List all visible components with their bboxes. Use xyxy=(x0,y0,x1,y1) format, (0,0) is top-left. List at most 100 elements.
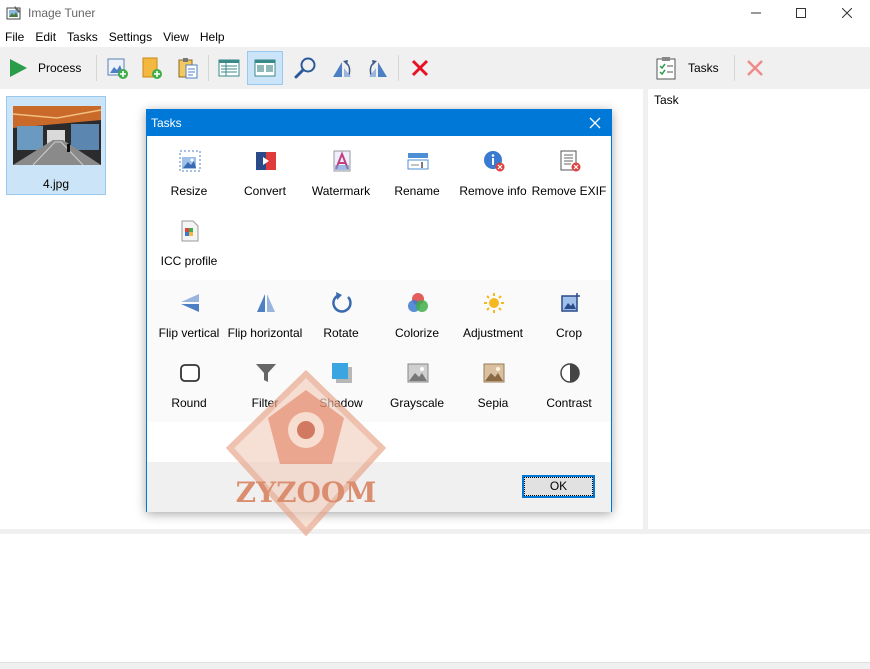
remove-task-icon xyxy=(747,60,763,76)
task-watermark[interactable]: Watermark xyxy=(303,150,379,216)
ok-button[interactable]: OK xyxy=(522,475,595,498)
menu-edit[interactable]: Edit xyxy=(30,28,62,47)
task-colorize[interactable]: Colorize xyxy=(379,292,455,358)
task-label: Convert xyxy=(243,184,287,198)
task-icc-profile[interactable]: ICC profile xyxy=(151,220,227,286)
watermark-icon xyxy=(333,150,351,172)
menu-file[interactable]: File xyxy=(0,28,30,47)
rotate-right-icon xyxy=(369,60,387,77)
minimize-icon xyxy=(751,12,761,14)
task-label: Round xyxy=(171,396,207,410)
menu-bar: File Edit Tasks Settings View Help xyxy=(0,28,231,47)
task-crop[interactable]: Crop xyxy=(531,292,607,358)
play-icon xyxy=(10,59,27,77)
crop-icon xyxy=(561,293,580,312)
task-label: Shadow xyxy=(319,396,363,410)
paste-icon xyxy=(178,58,198,79)
task-label: Watermark xyxy=(311,184,371,198)
task-rename[interactable]: Rename xyxy=(379,150,455,216)
remove-button[interactable] xyxy=(406,51,434,85)
menu-tasks[interactable]: Tasks xyxy=(62,28,104,47)
magnifier-icon xyxy=(294,57,316,79)
process-button[interactable]: Process xyxy=(6,51,90,85)
task-flip-horizontal[interactable]: Flip horizontal xyxy=(227,292,303,358)
task-list-panel[interactable]: Task xyxy=(648,89,870,529)
task-convert[interactable]: Convert xyxy=(227,150,303,216)
colorize-icon xyxy=(408,293,428,312)
task-filter[interactable]: Filter xyxy=(227,362,303,428)
list-view-icon xyxy=(218,59,240,77)
close-icon xyxy=(589,117,601,129)
close-icon xyxy=(842,8,852,18)
minimize-button[interactable] xyxy=(733,0,779,26)
tasks-checklist-icon xyxy=(656,57,676,80)
task-label: Grayscale xyxy=(389,396,445,410)
flip-vertical-icon xyxy=(181,294,199,312)
task-label: Remove info xyxy=(459,184,527,198)
menu-view[interactable]: View xyxy=(158,28,195,47)
grayscale-icon xyxy=(407,363,429,383)
dialog-body: Resize Convert Watermark Rename Remove i… xyxy=(147,136,611,462)
app-icon xyxy=(6,6,21,20)
maximize-button[interactable] xyxy=(778,0,824,26)
task-grayscale[interactable]: Grayscale xyxy=(379,362,455,428)
close-button[interactable] xyxy=(824,0,870,26)
task-column-header: Task xyxy=(654,93,679,107)
task-remove-exif[interactable]: Remove EXIF xyxy=(531,150,607,216)
remove-info-icon xyxy=(484,151,505,172)
file-thumbnail[interactable]: 4.jpg xyxy=(6,96,106,195)
task-flip-vertical[interactable]: Flip vertical xyxy=(151,292,227,358)
dialog-close-button[interactable] xyxy=(585,113,605,133)
round-icon xyxy=(180,364,200,382)
paste-button[interactable] xyxy=(174,51,202,85)
rotate-right-button[interactable] xyxy=(364,51,392,85)
ok-label: OK xyxy=(524,477,593,496)
dialog-title-bar: Tasks xyxy=(147,110,611,136)
task-sepia[interactable]: Sepia xyxy=(455,362,531,428)
task-label: Colorize xyxy=(394,326,439,340)
contrast-icon xyxy=(560,363,580,383)
task-label: Rename xyxy=(394,184,440,198)
task-label: Remove EXIF xyxy=(531,184,607,198)
task-shadow[interactable]: Shadow xyxy=(303,362,379,428)
task-label: Resize xyxy=(170,184,208,198)
remove-exif-icon xyxy=(560,150,581,172)
task-resize[interactable]: Resize xyxy=(151,150,227,216)
add-folder-button[interactable] xyxy=(138,51,166,85)
task-label: Adjustment xyxy=(462,326,524,340)
task-label: Flip horizontal xyxy=(227,326,303,340)
preview-button[interactable] xyxy=(292,51,320,85)
remove-task-button[interactable] xyxy=(742,51,768,85)
rename-icon xyxy=(407,153,429,170)
rotate-left-icon xyxy=(333,60,351,77)
tasks-button[interactable]: Tasks xyxy=(654,51,724,85)
task-adjustment[interactable]: Adjustment xyxy=(455,292,531,358)
task-round[interactable]: Round xyxy=(151,362,227,428)
menu-help[interactable]: Help xyxy=(195,28,231,47)
tasks-dialog: Tasks Resize Convert Watermark Rename Re… xyxy=(146,109,612,512)
resize-icon xyxy=(179,150,201,172)
sepia-icon xyxy=(483,363,505,383)
process-label: Process xyxy=(38,61,82,75)
title-bar: Image Tuner xyxy=(0,0,870,26)
menu-settings[interactable]: Settings xyxy=(104,28,158,47)
log-panel xyxy=(0,534,870,662)
add-folder-icon xyxy=(142,57,162,79)
task-label: Rotate xyxy=(323,326,359,340)
delete-icon xyxy=(411,59,429,77)
add-image-icon xyxy=(107,58,128,79)
task-label: Filter xyxy=(251,396,279,410)
add-images-button[interactable] xyxy=(104,51,132,85)
task-remove-info[interactable]: Remove info xyxy=(455,150,531,216)
list-view-button[interactable] xyxy=(214,51,244,85)
file-name: 4.jpg xyxy=(42,177,70,191)
tasks-label: Tasks xyxy=(688,61,719,75)
thumbnail-view-button[interactable] xyxy=(247,51,283,85)
task-rotate[interactable]: Rotate xyxy=(303,292,379,358)
task-label: Flip vertical xyxy=(158,326,220,340)
task-contrast[interactable]: Contrast xyxy=(531,362,607,428)
rotate-icon xyxy=(332,292,352,313)
rotate-left-button[interactable] xyxy=(328,51,356,85)
flip-horizontal-icon xyxy=(257,294,275,312)
task-label: Contrast xyxy=(546,396,592,410)
